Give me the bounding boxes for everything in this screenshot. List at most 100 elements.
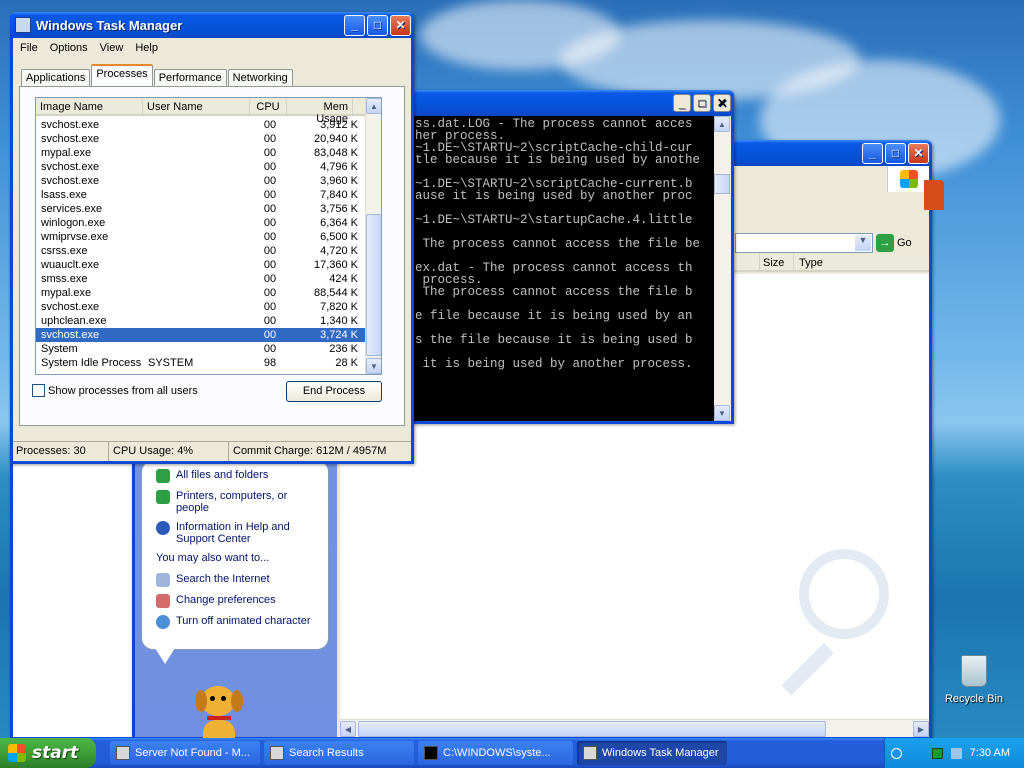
scroll-thumb[interactable]: [366, 214, 381, 356]
printers-computers-link[interactable]: Printers, computers, or people: [156, 490, 320, 514]
globe-icon: [156, 615, 170, 629]
process-row[interactable]: svchost.exe 00 4,796 K: [36, 160, 381, 174]
process-mem: 88,544 K: [313, 287, 358, 299]
tab-performance[interactable]: Performance: [153, 69, 227, 86]
column-image-name[interactable]: Image Name: [36, 98, 143, 114]
column-user-name[interactable]: User Name: [143, 98, 250, 114]
recycle-bin-icon: [961, 655, 987, 687]
process-row[interactable]: svchost.exe 00 3,724 K: [36, 328, 381, 342]
console-scrollbar[interactable]: ▲ ▼: [714, 116, 731, 421]
process-row[interactable]: svchost.exe 00 3,960 K: [36, 174, 381, 188]
process-row[interactable]: lsass.exe 00 7,840 K: [36, 188, 381, 202]
column-type[interactable]: Type: [794, 254, 929, 270]
horizontal-scroll-thumb[interactable]: [358, 721, 826, 737]
go-arrow-icon: →: [876, 234, 894, 252]
all-files-link[interactable]: All files and folders: [156, 469, 320, 483]
scroll-down-button[interactable]: ▼: [714, 405, 730, 421]
process-row[interactable]: csrss.exe 00 4,720 K: [36, 244, 381, 258]
task-search-results[interactable]: Search Results: [264, 741, 414, 765]
process-mem: 20,940 K: [313, 133, 358, 145]
end-process-button[interactable]: End Process: [286, 381, 382, 402]
process-name: winlogon.exe: [41, 217, 106, 229]
change-preferences-link[interactable]: Change preferences: [156, 594, 320, 608]
scroll-up-button[interactable]: ▲: [366, 98, 381, 114]
recycle-bin-label: Recycle Bin: [944, 693, 1004, 705]
help-support-link[interactable]: Information in Help and Support Center: [156, 521, 320, 545]
status-processes: Processes: 30: [13, 442, 109, 461]
maximize-button[interactable]: □: [367, 14, 388, 36]
column-mem-usage[interactable]: Mem Usage: [287, 98, 353, 125]
scroll-down-button[interactable]: ▼: [366, 358, 381, 374]
tray-chevron-icon[interactable]: [891, 747, 902, 759]
console-line: it is being used by another process.: [415, 357, 693, 371]
tray-network-icon[interactable]: [950, 747, 962, 759]
process-list-scrollbar[interactable]: ▲ ▼: [365, 98, 381, 374]
process-row[interactable]: services.exe 00 3,756 K: [36, 202, 381, 216]
task-manager-icon: [583, 746, 597, 760]
search-magnifier-icon: [769, 549, 899, 696]
process-row[interactable]: mypal.exe 00 88,544 K: [36, 286, 381, 300]
maximize-button[interactable]: □: [885, 142, 906, 164]
close-button[interactable]: ✕: [390, 14, 411, 36]
search-internet-link[interactable]: Search the Internet: [156, 573, 320, 587]
clock[interactable]: 7:30 AM: [970, 747, 1010, 759]
process-user: [143, 300, 250, 314]
window-title: Windows Task Manager: [36, 17, 183, 33]
process-row[interactable]: winlogon.exe 00 6,364 K: [36, 216, 381, 230]
process-user: SYSTEM: [148, 357, 194, 369]
menu-file[interactable]: File: [14, 42, 44, 54]
menu-view[interactable]: View: [94, 42, 130, 54]
task-manager-icon: [15, 17, 31, 33]
process-row[interactable]: svchost.exe 00 3,912 K: [36, 118, 381, 132]
minimize-button[interactable]: _: [862, 142, 883, 164]
process-name: svchost.exe: [41, 133, 100, 145]
process-row[interactable]: svchost.exe 00 7,820 K: [36, 300, 381, 314]
process-user: [143, 230, 250, 244]
tab-applications[interactable]: Applications: [21, 69, 91, 86]
recycle-bin-desktop-icon[interactable]: Recycle Bin: [944, 655, 1004, 705]
process-row[interactable]: smss.exe 00 424 K: [36, 272, 381, 286]
process-mem: 4,720 K: [320, 245, 358, 257]
start-button[interactable]: start: [0, 738, 96, 768]
process-row[interactable]: mypal.exe 00 83,048 K: [36, 146, 381, 160]
minimize-button[interactable]: _: [344, 14, 365, 36]
scroll-up-button[interactable]: ▲: [714, 116, 730, 132]
start-label: start: [32, 743, 79, 763]
go-button[interactable]: → Go: [876, 234, 912, 252]
process-cpu: 00: [263, 119, 277, 131]
address-dropdown[interactable]: ▼: [735, 233, 873, 253]
tab-strip: Applications Processes Performance Netwo…: [13, 64, 411, 86]
task-command-prompt[interactable]: C:\WINDOWS\syste...: [418, 741, 573, 765]
process-row[interactable]: System Idle Process SYSTEM 98 28 K: [36, 356, 381, 370]
process-row[interactable]: uphclean.exe 00 1,340 K: [36, 314, 381, 328]
process-row[interactable]: svchost.exe 00 20,940 K: [36, 132, 381, 146]
process-name: svchost.exe: [41, 161, 100, 173]
tab-networking[interactable]: Networking: [227, 69, 293, 86]
column-size[interactable]: Size: [760, 254, 794, 270]
task-browser[interactable]: Server Not Found - M...: [110, 741, 260, 765]
process-row[interactable]: wuauclt.exe 00 17,360 K: [36, 258, 381, 272]
show-all-checkbox-row[interactable]: Show processes from all users: [32, 384, 198, 397]
close-button[interactable]: ✕: [908, 142, 929, 164]
process-name: wmiprvse.exe: [41, 231, 109, 243]
task-task-manager[interactable]: Windows Task Manager: [577, 741, 727, 765]
maximize-button[interactable]: □: [693, 94, 711, 112]
menu-options[interactable]: Options: [44, 42, 94, 54]
close-button[interactable]: ✕: [713, 94, 731, 112]
process-row[interactable]: wmiprvse.exe 00 6,500 K: [36, 230, 381, 244]
process-list[interactable]: Image Name User Name CPU Mem Usage svcho…: [35, 97, 382, 375]
turn-off-character-link[interactable]: Turn off animated character: [156, 615, 320, 629]
process-mem: 83,048 K: [313, 147, 358, 159]
scroll-left-button[interactable]: ◀: [340, 721, 356, 737]
horizontal-scrollbar[interactable]: ◀ ▶: [340, 719, 929, 737]
tray-cpu-icon[interactable]: [931, 747, 943, 759]
minimize-button[interactable]: _: [673, 94, 691, 112]
column-cpu[interactable]: CPU: [250, 98, 287, 114]
show-all-checkbox[interactable]: [32, 384, 45, 397]
scroll-right-button[interactable]: ▶: [913, 721, 929, 737]
tab-processes[interactable]: Processes: [91, 64, 153, 86]
bubble-tail: [155, 648, 175, 664]
console-scroll-thumb[interactable]: [714, 174, 730, 194]
menu-help[interactable]: Help: [129, 42, 164, 54]
process-row[interactable]: System 00 236 K: [36, 342, 381, 356]
